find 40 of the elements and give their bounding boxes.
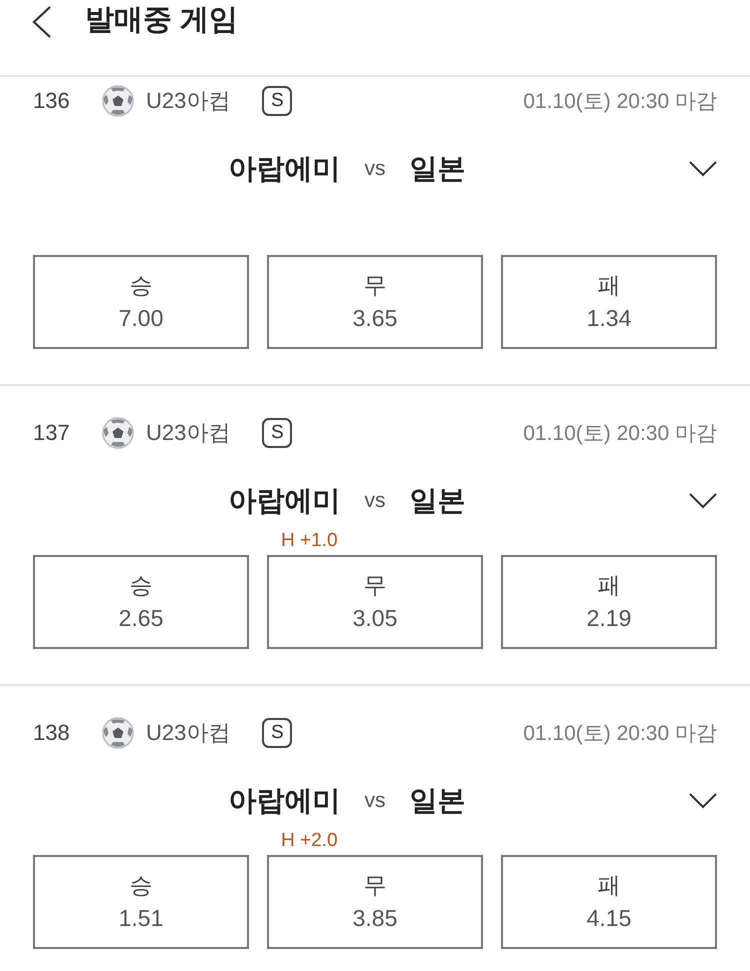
versus-label: vs: [364, 157, 386, 181]
league-name: U23아컵: [146, 419, 230, 447]
odds-button[interactable]: 패 4.15: [501, 855, 717, 949]
away-team-name: 일본: [410, 152, 466, 186]
handicap-label: H +1.0: [281, 530, 338, 552]
home-team-name: 아랍에미: [228, 784, 340, 818]
chevron-down-icon[interactable]: [689, 161, 717, 177]
league-name: U23아컵: [146, 719, 230, 747]
odds-button[interactable]: 무 3.85: [267, 855, 483, 949]
home-team-name: 아랍에미: [228, 152, 340, 186]
game-number: 137: [33, 420, 71, 446]
versus-label: vs: [364, 789, 386, 813]
soccer-ball-icon: [102, 417, 134, 449]
league-name: U23아컵: [146, 87, 230, 115]
away-team-name: 일본: [410, 484, 466, 518]
deadline-text: 01.10(토) 20:30 마감: [523, 721, 717, 747]
odds-button[interactable]: 승 1.51: [33, 855, 249, 949]
away-team-name: 일본: [410, 784, 466, 818]
chevron-down-icon[interactable]: [689, 493, 717, 509]
deadline-text: 01.10(토) 20:30 마감: [523, 421, 717, 447]
odds-button[interactable]: 패 2.19: [501, 555, 717, 649]
odds-button[interactable]: 승 2.65: [33, 555, 249, 649]
home-team-name: 아랍에미: [228, 484, 340, 518]
odds-button[interactable]: 무 3.05: [267, 555, 483, 649]
back-icon[interactable]: [32, 6, 52, 38]
chevron-down-icon[interactable]: [689, 793, 717, 809]
odds-button[interactable]: 패 1.34: [501, 255, 717, 349]
soccer-ball-icon: [102, 717, 134, 749]
soccer-ball-icon: [102, 85, 134, 117]
letter-badge: S: [262, 418, 292, 448]
game-number: 138: [33, 720, 71, 746]
handicap-label: H +2.0: [281, 830, 338, 852]
odds-button[interactable]: 승 7.00: [33, 255, 249, 349]
letter-badge: S: [262, 86, 292, 116]
deadline-text: 01.10(토) 20:30 마감: [523, 89, 717, 115]
page-title: 발매중 게임: [85, 5, 238, 35]
versus-label: vs: [364, 489, 386, 513]
letter-badge: S: [262, 718, 292, 748]
game-number: 136: [33, 88, 71, 114]
odds-button[interactable]: 무 3.65: [267, 255, 483, 349]
